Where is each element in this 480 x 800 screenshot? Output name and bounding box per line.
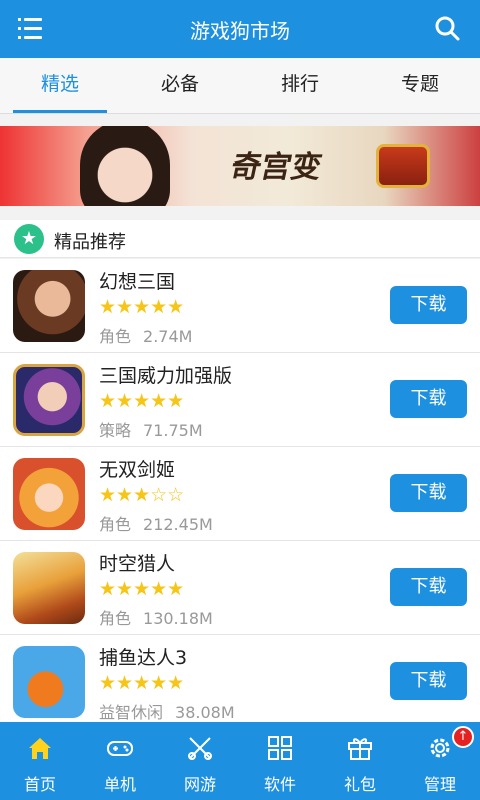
app-title: 游戏狗市场: [190, 19, 290, 43]
app-size: 71.75M: [143, 421, 203, 440]
home-icon: [29, 738, 51, 759]
app-size: 130.18M: [143, 609, 213, 628]
nav-online-games[interactable]: 网游: [160, 722, 240, 800]
rating-stars: ★★★★★: [99, 672, 185, 694]
search-icon[interactable]: [434, 15, 460, 41]
app-size: 38.08M: [175, 703, 235, 722]
app-category: 角色: [99, 609, 132, 628]
download-button[interactable]: 下载: [390, 568, 467, 606]
rating-stars: ★★★★★: [99, 390, 185, 412]
update-badge: ↑: [452, 726, 474, 748]
app-name: 时空猎人: [99, 553, 176, 575]
app-icon: [13, 270, 85, 342]
nav-label: 网游: [183, 775, 216, 794]
list-item[interactable]: 捕鱼达人3 ★★★★★ 益智休闲 38.08M 下载: [0, 635, 480, 729]
app-name: 幻想三国: [99, 271, 176, 293]
nav-software[interactable]: 软件: [240, 722, 320, 800]
app-meta: 角色 2.74M: [99, 323, 192, 347]
list-item[interactable]: 幻想三国 ★★★★★ 角色 2.74M 下载: [0, 259, 480, 353]
nav-label: 礼包: [343, 775, 376, 794]
app-size: 2.74M: [143, 327, 193, 346]
network-game-icon: [188, 737, 212, 760]
download-button[interactable]: 下载: [390, 380, 467, 418]
list-item[interactable]: 时空猎人 ★★★★★ 角色 130.18M 下载: [0, 541, 480, 635]
nav-label: 首页: [23, 775, 56, 794]
app-meta: 角色 130.18M: [99, 605, 213, 629]
download-button[interactable]: 下载: [390, 662, 467, 700]
promo-banner[interactable]: 奇宫变: [0, 126, 480, 206]
bottom-navigation: 首页 单机 网游 软件 礼包 ↑ 管理: [0, 722, 480, 800]
app-icon: [13, 646, 85, 718]
app-name: 三国威力加强版: [99, 365, 233, 387]
app-icon: [13, 552, 85, 624]
app-meta: 益智休闲 38.08M: [99, 699, 235, 723]
rating-stars: ★★★☆☆: [99, 484, 185, 506]
nav-label: 管理: [423, 775, 456, 794]
app-icon: [13, 364, 85, 436]
nav-single-player[interactable]: 单机: [80, 722, 160, 800]
tab-essential[interactable]: 必备: [120, 58, 240, 114]
tab-topics[interactable]: 专题: [360, 58, 480, 114]
nav-label: 软件: [263, 775, 296, 794]
star-icon: ★: [14, 224, 44, 254]
grid-apps-icon: [268, 736, 292, 760]
treasure-chest-icon: [376, 144, 430, 188]
list-item[interactable]: 无双剑姬 ★★★☆☆ 角色 212.45M 下载: [0, 447, 480, 541]
nav-label: 单机: [103, 775, 136, 794]
section-header: ★ 精品推荐: [0, 220, 480, 258]
app-category: 益智休闲: [99, 703, 164, 722]
gamepad-icon: [107, 741, 133, 756]
tab-ranking[interactable]: 排行: [240, 58, 360, 114]
app-category: 角色: [99, 515, 132, 534]
app-meta: 角色 212.45M: [99, 511, 213, 535]
app-category: 策略: [99, 421, 132, 440]
app-name: 捕鱼达人3: [99, 647, 188, 669]
gear-icon: [430, 738, 450, 758]
download-button[interactable]: 下载: [390, 286, 467, 324]
rating-stars: ★★★★★: [99, 296, 185, 318]
app-size: 212.45M: [143, 515, 213, 534]
nav-gift-packs[interactable]: 礼包: [320, 722, 400, 800]
category-tabs: 精选 必备 排行 专题: [0, 58, 480, 114]
app-category: 角色: [99, 327, 132, 346]
section-title: 精品推荐: [54, 232, 126, 253]
nav-home[interactable]: 首页: [0, 722, 80, 800]
rating-stars: ★★★★★: [99, 578, 185, 600]
app-icon: [13, 458, 85, 530]
app-name: 无双剑姬: [99, 459, 176, 481]
download-button[interactable]: 下载: [390, 474, 467, 512]
list-item[interactable]: 三国威力加强版 ★★★★★ 策略 71.75M 下载: [0, 353, 480, 447]
banner-logo-text: 奇宫变: [227, 150, 325, 185]
tab-featured[interactable]: 精选: [0, 58, 120, 114]
nav-manage[interactable]: ↑ 管理: [400, 722, 480, 800]
banner-character-image: [80, 126, 170, 206]
top-bar: 游戏狗市场: [0, 0, 480, 58]
gift-icon: [348, 738, 372, 760]
app-meta: 策略 71.75M: [99, 417, 203, 441]
